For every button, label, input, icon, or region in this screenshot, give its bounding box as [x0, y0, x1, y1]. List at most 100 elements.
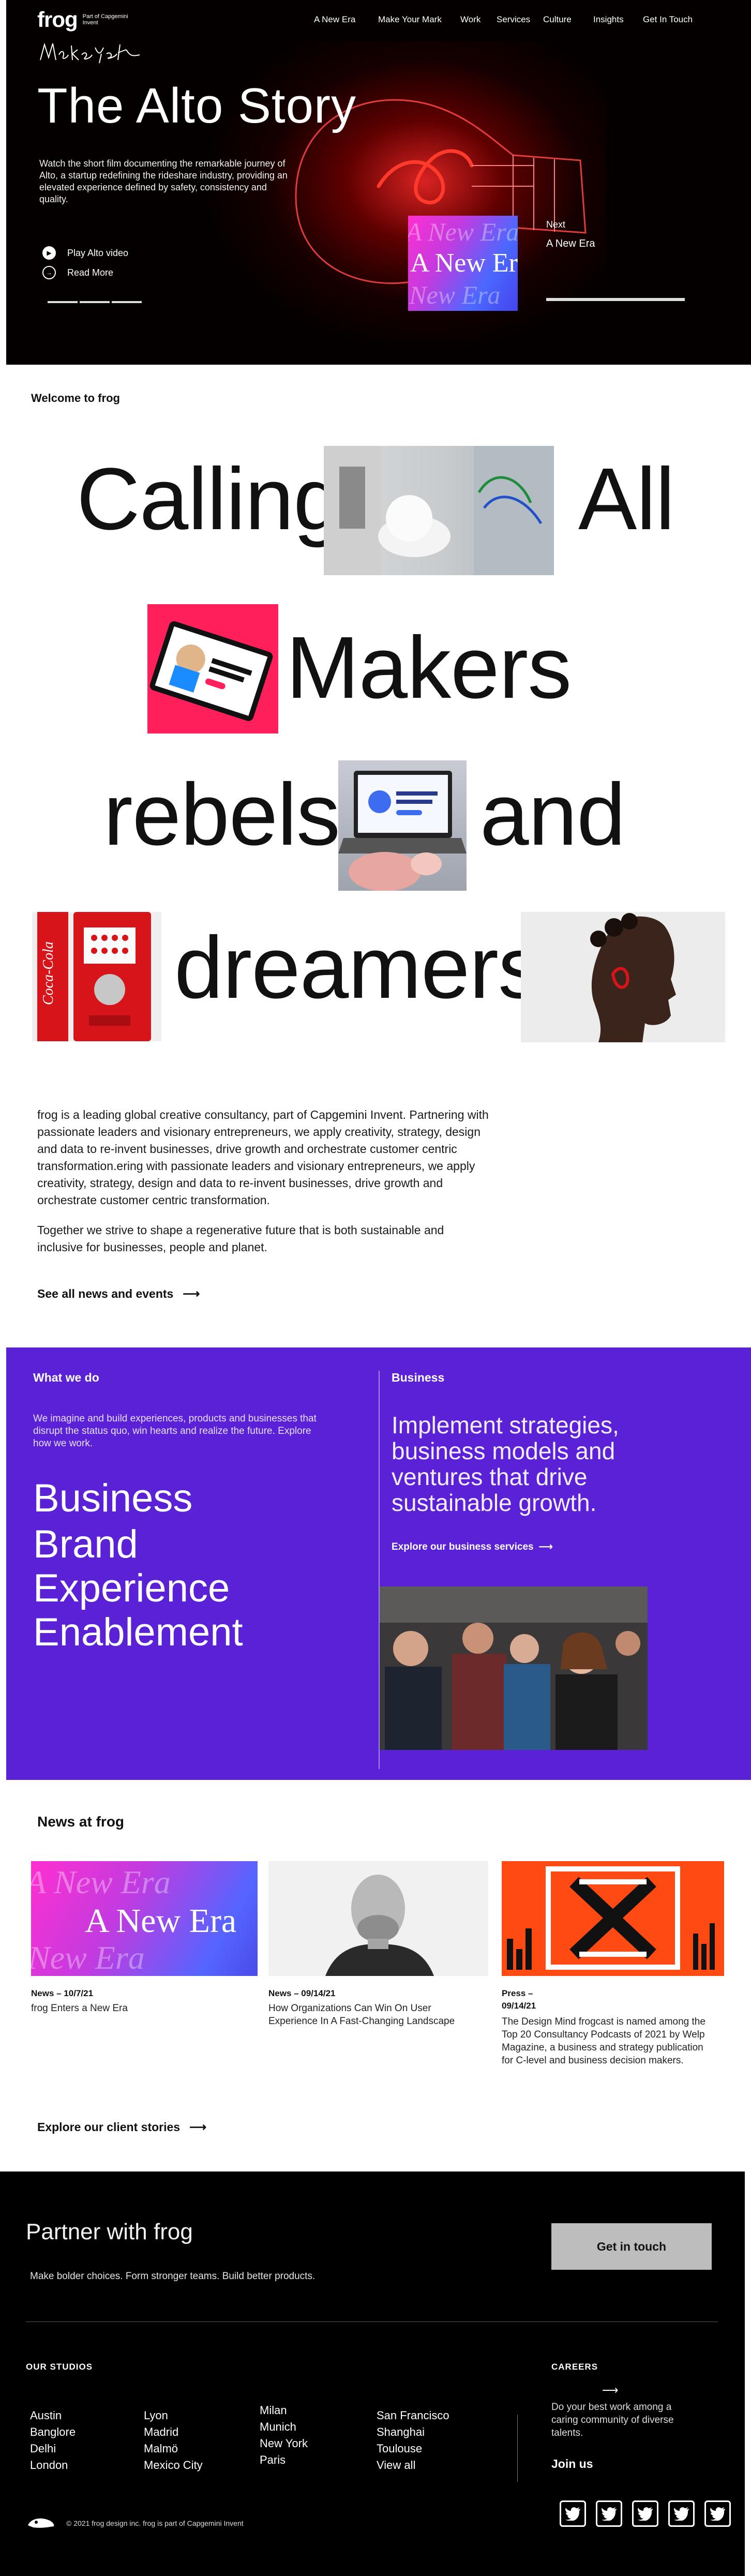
twitter-icon[interactable] [704, 2500, 731, 2527]
news-text-2[interactable]: How Organizations Can Win On User Experi… [268, 2002, 465, 2028]
careers-divider [517, 2415, 518, 2482]
slide-progress[interactable] [48, 301, 142, 303]
make-your-mark-signature [40, 42, 140, 64]
studios-label: OUR STUDIOS [26, 2362, 93, 2372]
studio-paris[interactable]: Paris [260, 2452, 308, 2468]
studio-malmo[interactable]: Malmö [144, 2440, 203, 2457]
client-stories-link[interactable]: Explore our client stories ⟶ [37, 2120, 206, 2134]
studio-munich[interactable]: Munich [260, 2419, 308, 2435]
nav-insights[interactable]: Insights [593, 14, 643, 25]
service-business[interactable]: Business [33, 1479, 192, 1518]
next-title[interactable]: A New Era [546, 238, 595, 250]
man-portrait-illustration [268, 1861, 488, 1976]
nav-culture[interactable]: Culture [543, 14, 593, 25]
studio-photo [324, 446, 554, 575]
news-title: News at frog [37, 1814, 125, 1830]
business-heading: Implement strategies, business models an… [392, 1412, 619, 1516]
studio-delhi[interactable]: Delhi [30, 2440, 76, 2457]
next-progress-bar [546, 298, 685, 301]
nav-make-your-mark[interactable]: Make Your Mark [378, 14, 460, 25]
word-and: and [480, 766, 626, 864]
studio-mexico-city[interactable]: Mexico City [144, 2457, 203, 2474]
what-we-do-text: We imagine and build experiences, produc… [33, 1413, 317, 1449]
play-icon: ▶ [42, 246, 56, 260]
news-main-text: A New Era [85, 1902, 237, 1940]
laptop-illustration [338, 771, 467, 891]
play-video-label: Play Alto video [67, 247, 129, 258]
news-text-3[interactable]: The Design Mind frogcast is named among … [502, 2015, 714, 2067]
slide-indicator-3[interactable] [112, 301, 142, 303]
news-text-1[interactable]: frog Enters a New Era [31, 2002, 248, 2015]
studio-view-all[interactable]: View all [377, 2457, 449, 2474]
service-brand[interactable]: Brand [33, 1525, 138, 1564]
business-team-photo [380, 1586, 648, 1750]
studio-toulouse[interactable]: Toulouse [377, 2440, 449, 2457]
hero-description: Watch the short film documenting the rem… [39, 158, 288, 204]
studio-column-1: Austin Banglore Delhi London [30, 2407, 76, 2474]
get-in-touch-button[interactable]: Get in touch [551, 2223, 712, 2270]
next-slide-thumbnail[interactable]: A New Era A New Era A New Era [408, 216, 518, 311]
studio-san-francisco[interactable]: San Francisco [377, 2407, 449, 2424]
news-ghost-text-2: A New Era [31, 1939, 145, 1976]
studio-lyon[interactable]: Lyon [144, 2407, 203, 2424]
service-experience[interactable]: Experience [33, 1569, 230, 1608]
service-enablement[interactable]: Enablement [33, 1613, 243, 1652]
partner-heading: Partner with frog [26, 2219, 193, 2244]
arrow-right-icon: ⟶ [538, 1541, 553, 1552]
twitter-icon[interactable] [632, 2500, 658, 2527]
page: frog Part of Capgemini Invent A New Era … [0, 0, 751, 2576]
team-illustration [380, 1586, 648, 1750]
coke-illustration: Coca-Cola [32, 912, 161, 1041]
studio-column-2: Lyon Madrid Malmö Mexico City [144, 2407, 203, 2474]
news-image-portrait[interactable] [268, 1861, 488, 1976]
twitter-icon[interactable] [596, 2500, 622, 2527]
frog-logo[interactable]: frog Part of Capgemini Invent [37, 7, 129, 32]
tablet-photo [147, 604, 278, 733]
nav-work[interactable]: Work [460, 14, 497, 25]
see-all-news-link[interactable]: See all news and events ⟶ [37, 1287, 200, 1301]
read-more-button[interactable]: → Read More [42, 266, 113, 279]
twitter-icon[interactable] [560, 2500, 586, 2527]
news-image-new-era[interactable]: A New Era A New Era A New Era [31, 1861, 258, 1976]
studio-madrid[interactable]: Madrid [144, 2424, 203, 2440]
coke-logo-icon: Coca-Cola [40, 941, 56, 1005]
nav-a-new-era[interactable]: A New Era [314, 14, 378, 25]
portrait-illustration [590, 913, 676, 1042]
play-video-button[interactable]: ▶ Play Alto video [42, 246, 128, 260]
studio-austin[interactable]: Austin [30, 2407, 76, 2424]
read-more-label: Read More [67, 267, 114, 278]
studio-london[interactable]: London [30, 2457, 76, 2474]
news-meta-3: Press – 09/14/21 [502, 1988, 536, 2011]
news-image-frogcast[interactable] [502, 1861, 724, 1976]
word-all: All [578, 450, 675, 548]
studio-banglore[interactable]: Banglore [30, 2424, 76, 2440]
next-label: Next [546, 219, 566, 230]
what-we-do-label: What we do [33, 1371, 99, 1384]
word-makers: Makers [286, 619, 572, 717]
arrow-right-icon: → [42, 266, 56, 279]
thumb-ghost-text: A New Era [408, 217, 518, 246]
logo-subtitle: Part of Capgemini Invent [82, 13, 128, 26]
nav-get-in-touch[interactable]: Get In Touch [643, 14, 700, 25]
slide-indicator-2[interactable] [80, 301, 110, 303]
welcome-label: Welcome to frog [31, 392, 120, 405]
arrow-right-icon: ⟶ [183, 1287, 200, 1300]
thumb-ghost-text-2: A New Era [408, 280, 501, 309]
news-meta-1: News – 10/7/21 [31, 1988, 94, 1998]
portrait-photo [521, 912, 725, 1042]
hero-title: The Alto Story [37, 78, 356, 133]
studio-new-york[interactable]: New York [260, 2435, 308, 2452]
studio-shanghai[interactable]: Shanghai [377, 2424, 449, 2440]
join-us-link[interactable]: Join us [551, 2457, 593, 2471]
studio-milan[interactable]: Milan [260, 2402, 308, 2419]
twitter-icon[interactable] [668, 2500, 695, 2527]
client-stories-label: Explore our client stories [37, 2120, 181, 2134]
intro-paragraph-2: Together we strive to shape a regenerati… [37, 1223, 444, 1254]
nav-services[interactable]: Services [497, 14, 543, 25]
explore-business-link[interactable]: Explore our business services ⟶ [392, 1541, 553, 1553]
arrow-right-icon[interactable]: ⟶ [602, 2384, 619, 2397]
frog-logo-icon[interactable] [26, 2515, 56, 2530]
slide-indicator-1[interactable] [48, 301, 78, 303]
news-meta-2: News – 09/14/21 [268, 1988, 336, 1998]
tablet-illustration [149, 621, 273, 721]
